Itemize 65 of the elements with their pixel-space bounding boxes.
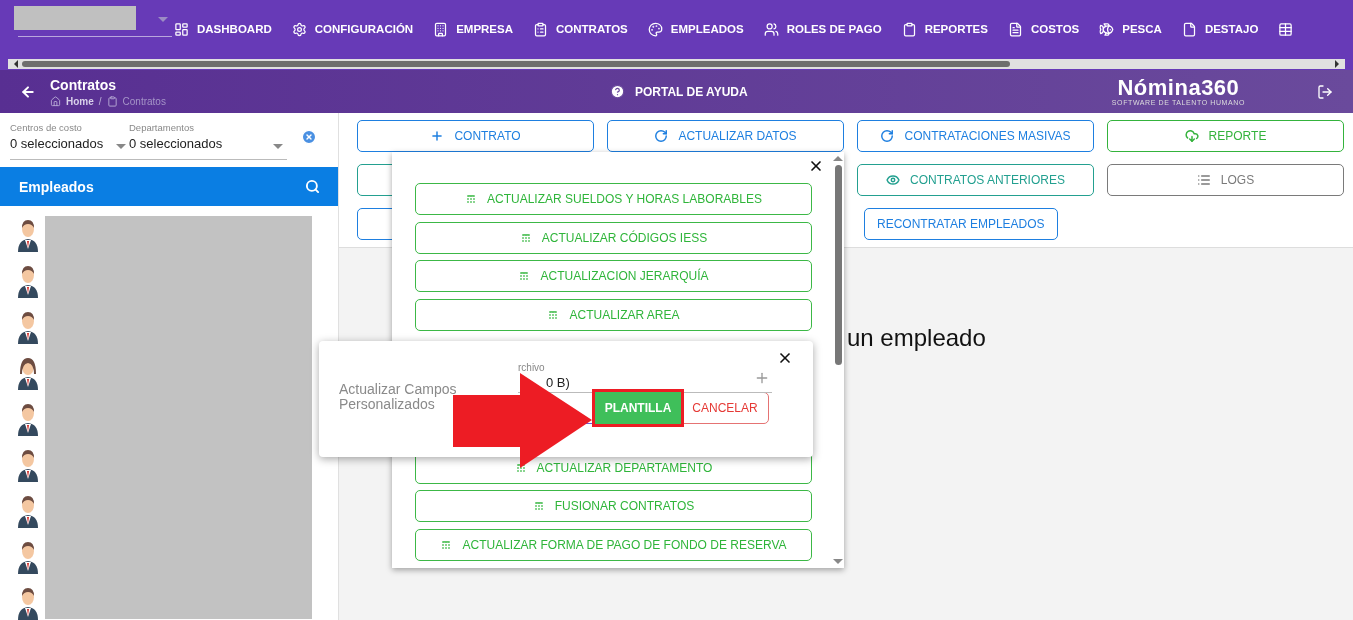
nav-icon — [1099, 21, 1115, 37]
nav-item[interactable]: REPORTES — [901, 21, 988, 37]
nav-icon — [1278, 21, 1294, 37]
clipboard-icon — [106, 95, 118, 107]
close-button[interactable] — [777, 350, 793, 366]
action-button[interactable]: REPORTE — [1107, 120, 1344, 152]
menu-item[interactable]: ACTUALIZAR FORMA DE PAGO DE FONDO DE RESERVA — [415, 528, 812, 561]
dropdown-select[interactable]: Departamentos 0 seleccionados — [129, 122, 287, 160]
search-icon[interactable] — [305, 179, 320, 194]
nav-item[interactable]: ROLES DE PAGO — [763, 21, 882, 37]
close-icon — [301, 129, 317, 145]
button-icon — [1196, 173, 1211, 187]
action-button[interactable]: ACTUALIZAR DATOS — [607, 120, 844, 152]
menu-item[interactable]: ACTUALIZAR CÓDIGOS IESS — [415, 221, 812, 254]
menu-item[interactable]: ACTUALIZAR SUELDOS Y HORAS LABORABLES — [415, 183, 812, 215]
nav-icon — [174, 21, 189, 37]
dropdown-select[interactable]: Centros de costo 0 seleccionados — [10, 122, 129, 160]
menu-item[interactable]: FUSIONAR CONTRATOS — [415, 490, 812, 522]
action-button[interactable]: CONTRATOS ANTERIORES — [857, 164, 1094, 196]
spreadsheet-icon — [518, 270, 531, 282]
button-icon — [1184, 129, 1199, 143]
logout-icon[interactable] — [1317, 83, 1333, 100]
nav-icon — [1007, 21, 1023, 37]
nav-icon — [901, 21, 917, 37]
menu-item[interactable]: ACTUALIZACION JERARQUÍA — [415, 260, 812, 292]
close-button[interactable] — [808, 158, 824, 174]
help-portal-link[interactable]: PORTAL DE AYUDA — [610, 84, 748, 99]
nav-item[interactable]: EMPRESA — [433, 21, 513, 37]
dialog-title: Actualizar Campos Personalizados — [339, 382, 458, 414]
home-icon — [50, 95, 61, 107]
button-icon — [430, 129, 445, 143]
nav-icon — [1181, 21, 1197, 37]
action-button[interactable]: CONTRATO — [357, 120, 594, 152]
page-title: Contratos — [50, 76, 118, 93]
brand-logo: Nómina360 — [1117, 77, 1240, 99]
breadcrumb-separator: / — [98, 95, 102, 107]
clear-filters-button[interactable] — [301, 129, 317, 145]
breadcrumb-link[interactable]: Contratos — [122, 95, 166, 107]
action-button[interactable]: RECONTRATAR EMPLEADOS — [864, 208, 1058, 240]
nav-item[interactable] — [1278, 21, 1294, 37]
nav-icon — [291, 21, 307, 37]
action-button[interactable]: LOGS — [1107, 164, 1344, 196]
nav-icon — [433, 21, 449, 37]
menu-item[interactable]: ACTUALIZAR AREA — [415, 298, 812, 331]
dialog-button[interactable]: PLANTILLA — [595, 392, 681, 424]
empty-state-message: un empleado — [847, 324, 986, 351]
nav-item[interactable]: CONTRATOS — [533, 21, 628, 37]
nav-icon — [647, 21, 663, 37]
nav-icon — [533, 21, 548, 37]
button-icon — [886, 173, 901, 187]
help-icon — [610, 84, 625, 99]
employees-title: Empleados — [19, 178, 94, 195]
action-button[interactable]: CONTRATACIONES MASIVAS — [857, 120, 1094, 152]
button-icon — [880, 129, 895, 143]
breadcrumb-link[interactable]: Home — [66, 95, 94, 107]
nav-item[interactable]: CONFIGURACIÓN — [291, 21, 414, 37]
nav-item[interactable]: DESTAJO — [1181, 21, 1259, 37]
spreadsheet-icon — [532, 500, 545, 512]
spreadsheet-icon — [465, 193, 477, 205]
nav-icon — [763, 21, 779, 37]
nav-item[interactable]: DASHBOARD — [174, 21, 272, 37]
nav-item[interactable]: EMPLEADOS — [647, 21, 744, 37]
nav-item[interactable]: PESCA — [1099, 21, 1162, 37]
button-icon — [654, 129, 669, 143]
nav-item[interactable]: COSTOS — [1007, 21, 1080, 37]
